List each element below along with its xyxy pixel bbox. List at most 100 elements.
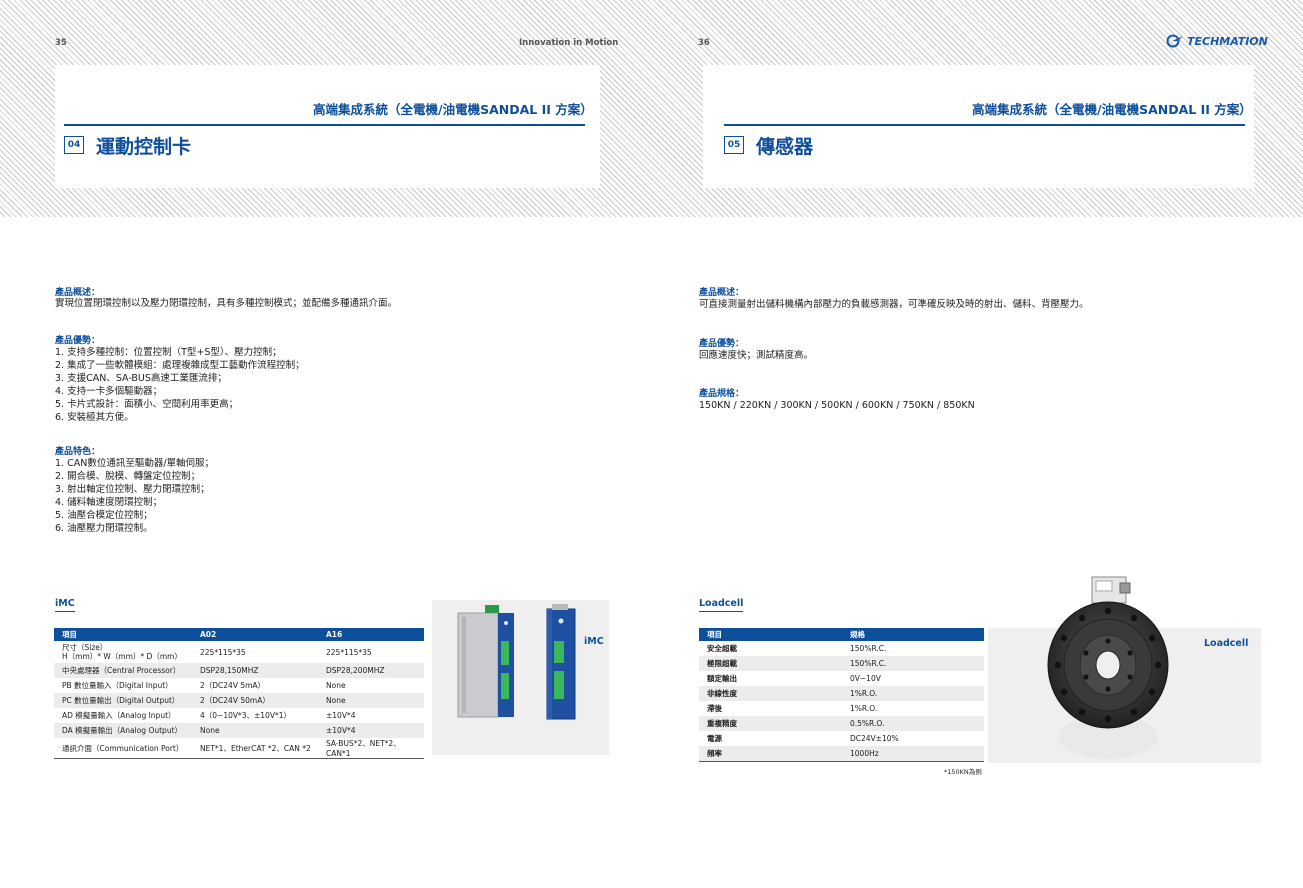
table-cell: None	[318, 693, 424, 708]
loadcell-footnote: *150KN為例	[944, 768, 982, 776]
table-cell: 頻率	[699, 746, 842, 762]
table-cell: 重複精度	[699, 716, 842, 731]
list-item: 1. 支持多種控制：位置控制（T型+S型）、壓力控制；	[55, 347, 282, 358]
table-cell: 電源	[707, 734, 722, 743]
list-item: 2. 集成了一些軟體模組：處理複雜成型工藝動作流程控制；	[55, 359, 305, 371]
right-page-heading: 傳感器	[756, 136, 814, 158]
table-cell: 非線性度	[699, 686, 842, 701]
left-advantages-label: 產品優勢：	[55, 336, 101, 346]
list-item: 2. 開合模、脫模、轉盤定位控制；	[55, 470, 201, 482]
imc-image-label: iMC	[584, 636, 604, 647]
table-cell: None	[192, 723, 318, 738]
right-overview-text: 可直接測量射出儲料機構內部壓力的負載感測器，可準確反映及時的射出、儲料、背壓壓力…	[699, 299, 1089, 310]
table-row: 額定輸出 0V~10V	[699, 671, 984, 686]
table-cell: 中央處理器（Central Processor）	[54, 663, 192, 678]
table-cell: 極限超載	[699, 656, 842, 671]
imc-spec-table: 項目 A02 A16 尺寸（Size） H（mm）* W（mm）* D（mm） …	[54, 628, 424, 759]
table-header: 項目	[54, 628, 192, 641]
right-advantages-text: 回應速度快；測試精度高。	[699, 350, 814, 361]
left-header-rule	[64, 124, 585, 126]
table-cell: DSP28,150MHZ	[192, 663, 318, 678]
table-cell: NET*1、EtherCAT *2、CAN *2	[192, 738, 318, 759]
logo-mark-icon	[1166, 34, 1183, 48]
list-item: 5. 卡片式設計：面積小、空間利用率更高；	[55, 398, 239, 410]
right-specs-text: 150KN / 220KN / 300KN / 500KN / 600KN / …	[699, 400, 975, 411]
table-cell: 通訊介面（Communication Port）	[54, 738, 192, 759]
left-page-heading: 運動控制卡	[96, 136, 192, 158]
table-cell: ±10V*4	[326, 711, 356, 720]
table-cell: 150%R.C.	[842, 656, 984, 671]
left-header-panel	[55, 65, 600, 188]
table-cell: DC24V±10%	[850, 734, 899, 743]
table-cell: 0.5%R.O.	[842, 716, 984, 731]
table-header: 規格	[842, 628, 984, 641]
list-item: 4. 支持一卡多個驅動器；	[55, 385, 163, 397]
left-features-label: 產品特色：	[55, 447, 101, 457]
loadcell-spec-table: 項目 規格 安全超載 150%R.C. 極限超載 150%R.C. 額定輸出 0…	[699, 628, 984, 762]
right-header-rule	[724, 124, 1245, 126]
table-cell: 尺寸（Size） H（mm）* W（mm）* D（mm）	[62, 642, 182, 662]
techmation-logo: TECHMATION	[1166, 34, 1268, 48]
table-cell: 0V~10V	[850, 674, 881, 683]
left-section-title: 高端集成系統（全電機/油電機SANDAL II 方案）	[313, 102, 593, 117]
right-page-number: 36	[698, 38, 710, 48]
table-row: PB 數位量輸入（Digital Input） 2（DC24V 5mA） Non…	[54, 678, 424, 693]
right-advantages-label: 產品優勢：	[699, 339, 745, 349]
right-overview-label: 產品概述：	[699, 288, 745, 298]
list-item: 6. 油壓壓力閉環控制。	[55, 522, 153, 534]
table-row: PC 數位量輸出（Digital Output） 2（DC24V 50mA） N…	[54, 693, 424, 708]
right-specs-label: 產品規格：	[699, 389, 745, 399]
table-row: 中央處理器（Central Processor） DSP28,150MHZ DS…	[54, 663, 424, 678]
table-header: 項目	[699, 628, 842, 641]
table-cell: 225*115*35	[200, 647, 246, 657]
left-section-number: 04	[64, 136, 84, 154]
table-row: DA 模擬量輸出（Analog Output） None ±10V*4	[54, 723, 424, 738]
table-row: 非線性度 1%R.O.	[699, 686, 984, 701]
table-cell: 1%R.O.	[850, 704, 878, 713]
table-cell: None	[326, 681, 346, 690]
table-row: 重複精度 0.5%R.O.	[699, 716, 984, 731]
table-cell: ±10V*4	[318, 723, 424, 738]
left-overview-text: 實現位置閉環控制以及壓力閉環控制，具有多種控制模式；並配備多種通訊介面。	[55, 298, 398, 309]
table-cell: PC 數位量輸出（Digital Output）	[54, 693, 192, 708]
left-features-list: 1. CAN數位通訊至驅動器/單軸伺服； 2. 開合模、脫模、轉盤定位控制； 3…	[55, 458, 214, 535]
list-item: 3. 射出軸定位控制、壓力閉環控制；	[55, 483, 210, 495]
table-row: 通訊介面（Communication Port） NET*1、EtherCAT …	[54, 738, 424, 759]
right-section-number: 05	[724, 136, 744, 154]
table-row: 尺寸（Size） H（mm）* W（mm）* D（mm） 225*115*35 …	[54, 641, 424, 663]
table-cell: DA 模擬量輸出（Analog Output）	[54, 723, 192, 738]
table-cell: 滯後	[707, 704, 722, 713]
table-row: 極限超載 150%R.C.	[699, 656, 984, 671]
left-advantages-list: 1. 支持多種控制：位置控制（T型+S型）、壓力控制； 2. 集成了一些軟體模組…	[55, 347, 305, 424]
table-cell: 4（0~10V*3、±10V*1）	[200, 711, 292, 720]
table-cell: SA-BUS*2、NET*2、CAN*1	[318, 738, 424, 759]
table-cell: 2（DC24V 50mA）	[192, 693, 318, 708]
list-item: 4. 儲料軸速度閉環控制；	[55, 496, 163, 508]
table-header: A02	[192, 628, 318, 641]
table-cell: 150%R.C.	[850, 644, 887, 653]
right-header-panel	[703, 65, 1254, 188]
left-page-number: 35	[55, 38, 67, 48]
table-cell: 2（DC24V 5mA）	[200, 681, 266, 690]
table-row: 電源 DC24V±10%	[699, 731, 984, 746]
list-item: 5. 油壓合模定位控制；	[55, 509, 153, 521]
loadcell-sensor-image	[1047, 576, 1169, 759]
list-item: 1. CAN數位通訊至驅動器/單軸伺服；	[55, 458, 215, 469]
logo-text: TECHMATION	[1187, 34, 1268, 48]
table-cell: AD 模擬量輸入（Analog Input）	[62, 711, 176, 720]
table-header: A16	[318, 628, 424, 641]
table-cell: 225*115*35	[326, 647, 372, 657]
tagline: Innovation in Motion	[519, 38, 619, 48]
right-section-title: 高端集成系統（全電機/油電機SANDAL II 方案）	[972, 102, 1252, 117]
table-row: 安全超載 150%R.C.	[699, 641, 984, 656]
table-cell: 1%R.O.	[842, 686, 984, 701]
table-cell: 1000Hz	[842, 746, 984, 762]
list-item: 3. 支援CAN、SA-BUS高速工業匯流排；	[55, 372, 227, 384]
table-row: 頻率 1000Hz	[699, 746, 984, 762]
loadcell-image-label: Loadcell	[1204, 638, 1249, 649]
table-cell: DSP28,200MHZ	[318, 663, 424, 678]
table-cell: 安全超載	[707, 644, 737, 653]
left-overview-label: 產品概述：	[55, 288, 101, 298]
table-cell: 額定輸出	[707, 674, 737, 683]
imc-product-label: iMC	[55, 598, 75, 612]
